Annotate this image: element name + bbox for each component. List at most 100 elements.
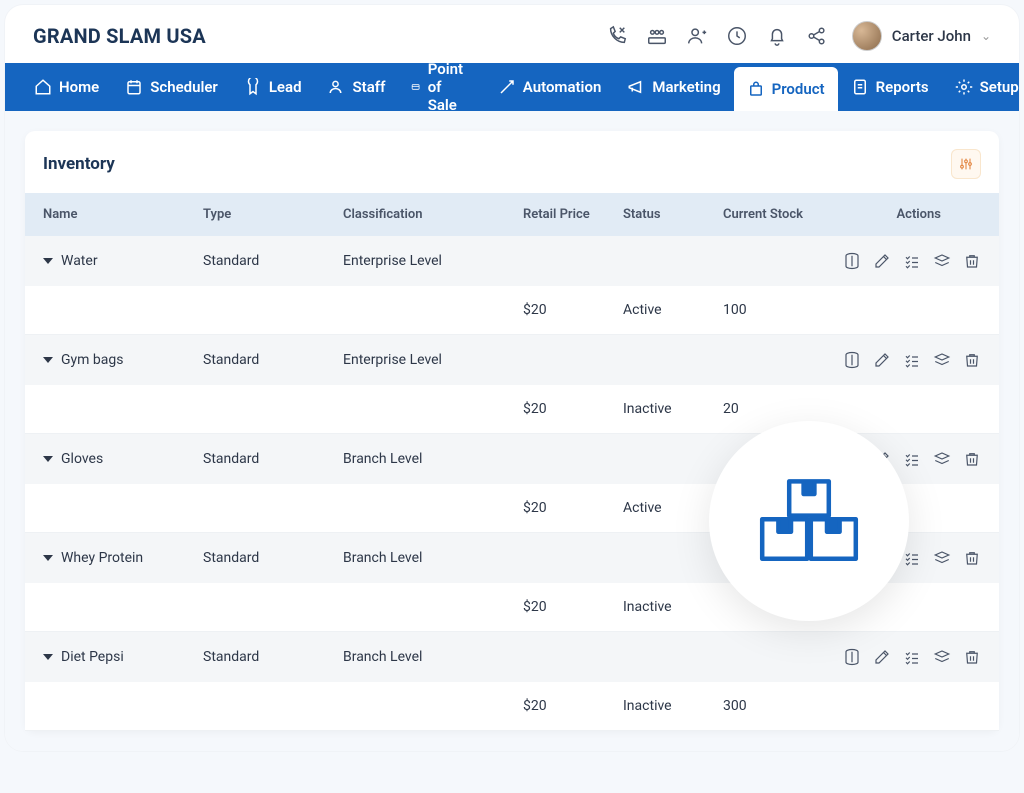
bell-icon[interactable] xyxy=(766,25,788,47)
row-classification: Enterprise Level xyxy=(343,253,523,269)
edit-icon[interactable] xyxy=(873,252,891,270)
checklist-icon[interactable] xyxy=(903,351,921,369)
row-retail: $20 xyxy=(523,401,623,417)
col-status: Status xyxy=(623,207,723,222)
expand-toggle[interactable] xyxy=(43,357,53,363)
trash-icon[interactable] xyxy=(963,450,981,468)
layers-icon[interactable] xyxy=(933,549,951,567)
nav-label: Automation xyxy=(523,78,602,96)
nav-label: Lead xyxy=(269,78,302,96)
trash-icon[interactable] xyxy=(963,252,981,270)
product-illustration xyxy=(709,421,909,621)
actions-cell xyxy=(843,252,985,270)
main-nav: Home Scheduler Lead Staff Point of Sale … xyxy=(5,63,1019,111)
row-status: Inactive xyxy=(623,599,723,615)
table-subrow: $20Active100 xyxy=(25,286,999,335)
nav-automation[interactable]: Automation xyxy=(485,63,615,111)
nav-label: Reports xyxy=(876,78,929,96)
expand-toggle[interactable] xyxy=(43,654,53,660)
name-cell: Gloves xyxy=(43,451,203,467)
row-name: Gloves xyxy=(61,451,103,467)
filter-button[interactable] xyxy=(951,149,981,179)
user-name: Carter John xyxy=(892,27,971,45)
trash-icon[interactable] xyxy=(963,351,981,369)
row-stock: 100 xyxy=(723,302,843,318)
expand-toggle[interactable] xyxy=(43,555,53,561)
checklist-icon[interactable] xyxy=(903,549,921,567)
nav-reports[interactable]: Reports xyxy=(838,63,942,111)
col-actions: Actions xyxy=(843,207,981,222)
book-icon[interactable] xyxy=(843,351,861,369)
row-status: Inactive xyxy=(623,698,723,714)
clock-icon[interactable] xyxy=(726,25,748,47)
phone-icon[interactable] xyxy=(606,25,628,47)
share-icon[interactable] xyxy=(806,25,828,47)
avatar xyxy=(852,21,882,51)
table-row: WaterStandardEnterprise Level xyxy=(25,236,999,286)
user-menu[interactable]: Carter John ⌄ xyxy=(852,21,991,51)
row-status: Active xyxy=(623,302,723,318)
add-user-icon[interactable] xyxy=(686,25,708,47)
nav-product[interactable]: Product xyxy=(734,67,838,111)
name-cell: Gym bags xyxy=(43,352,203,368)
layers-icon[interactable] xyxy=(933,648,951,666)
table-subrow: $20Inactive20 xyxy=(25,385,999,434)
expand-toggle[interactable] xyxy=(43,258,53,264)
row-type: Standard xyxy=(203,550,343,566)
table-subrow: $20Inactive300 xyxy=(25,682,999,731)
row-type: Standard xyxy=(203,352,343,368)
table-row: Gym bagsStandardEnterprise Level xyxy=(25,335,999,385)
checklist-icon[interactable] xyxy=(903,450,921,468)
col-name: Name xyxy=(43,207,203,222)
nav-lead[interactable]: Lead xyxy=(231,63,315,111)
nav-label: Setup xyxy=(980,78,1019,96)
nav-label: Home xyxy=(59,78,99,96)
trash-icon[interactable] xyxy=(963,549,981,567)
book-icon[interactable] xyxy=(843,648,861,666)
checklist-icon[interactable] xyxy=(903,252,921,270)
table-row: Diet PepsiStandardBranch Level xyxy=(25,632,999,682)
name-cell: Diet Pepsi xyxy=(43,649,203,665)
col-type: Type xyxy=(203,207,343,222)
app-window: GRAND SLAM USA Carter John xyxy=(5,5,1019,751)
row-retail: $20 xyxy=(523,698,623,714)
nav-label: Marketing xyxy=(652,78,720,96)
trash-icon[interactable] xyxy=(963,648,981,666)
chevron-down-icon: ⌄ xyxy=(981,29,991,43)
edit-icon[interactable] xyxy=(873,351,891,369)
checklist-icon[interactable] xyxy=(903,648,921,666)
header-toolbar: Carter John ⌄ xyxy=(606,21,991,51)
group-icon[interactable] xyxy=(646,25,668,47)
name-cell: Water xyxy=(43,253,203,269)
edit-icon[interactable] xyxy=(873,648,891,666)
row-stock: 20 xyxy=(723,401,843,417)
page-title: Inventory xyxy=(43,154,115,174)
nav-pos[interactable]: Point of Sale xyxy=(398,63,484,111)
book-icon[interactable] xyxy=(843,252,861,270)
expand-toggle[interactable] xyxy=(43,456,53,462)
col-classification: Classification xyxy=(343,207,523,222)
nav-setup[interactable]: Setup xyxy=(942,63,1019,111)
nav-label: Point of Sale xyxy=(428,60,472,114)
nav-home[interactable]: Home xyxy=(21,63,112,111)
actions-cell xyxy=(843,351,985,369)
row-stock: 300 xyxy=(723,698,843,714)
nav-staff[interactable]: Staff xyxy=(315,63,399,111)
nav-marketing[interactable]: Marketing xyxy=(614,63,733,111)
row-retail: $20 xyxy=(523,302,623,318)
row-name: Diet Pepsi xyxy=(61,649,124,665)
nav-scheduler[interactable]: Scheduler xyxy=(112,63,231,111)
layers-icon[interactable] xyxy=(933,252,951,270)
row-retail: $20 xyxy=(523,599,623,615)
nav-label: Product xyxy=(772,80,825,98)
col-retail: Retail Price xyxy=(523,207,623,222)
brand-title: GRAND SLAM USA xyxy=(33,24,206,48)
name-cell: Whey Protein xyxy=(43,550,203,566)
sliders-icon xyxy=(958,156,974,172)
layers-icon[interactable] xyxy=(933,450,951,468)
row-status: Active xyxy=(623,500,723,516)
layers-icon[interactable] xyxy=(933,351,951,369)
row-status: Inactive xyxy=(623,401,723,417)
nav-label: Scheduler xyxy=(150,78,218,96)
actions-cell xyxy=(843,648,985,666)
